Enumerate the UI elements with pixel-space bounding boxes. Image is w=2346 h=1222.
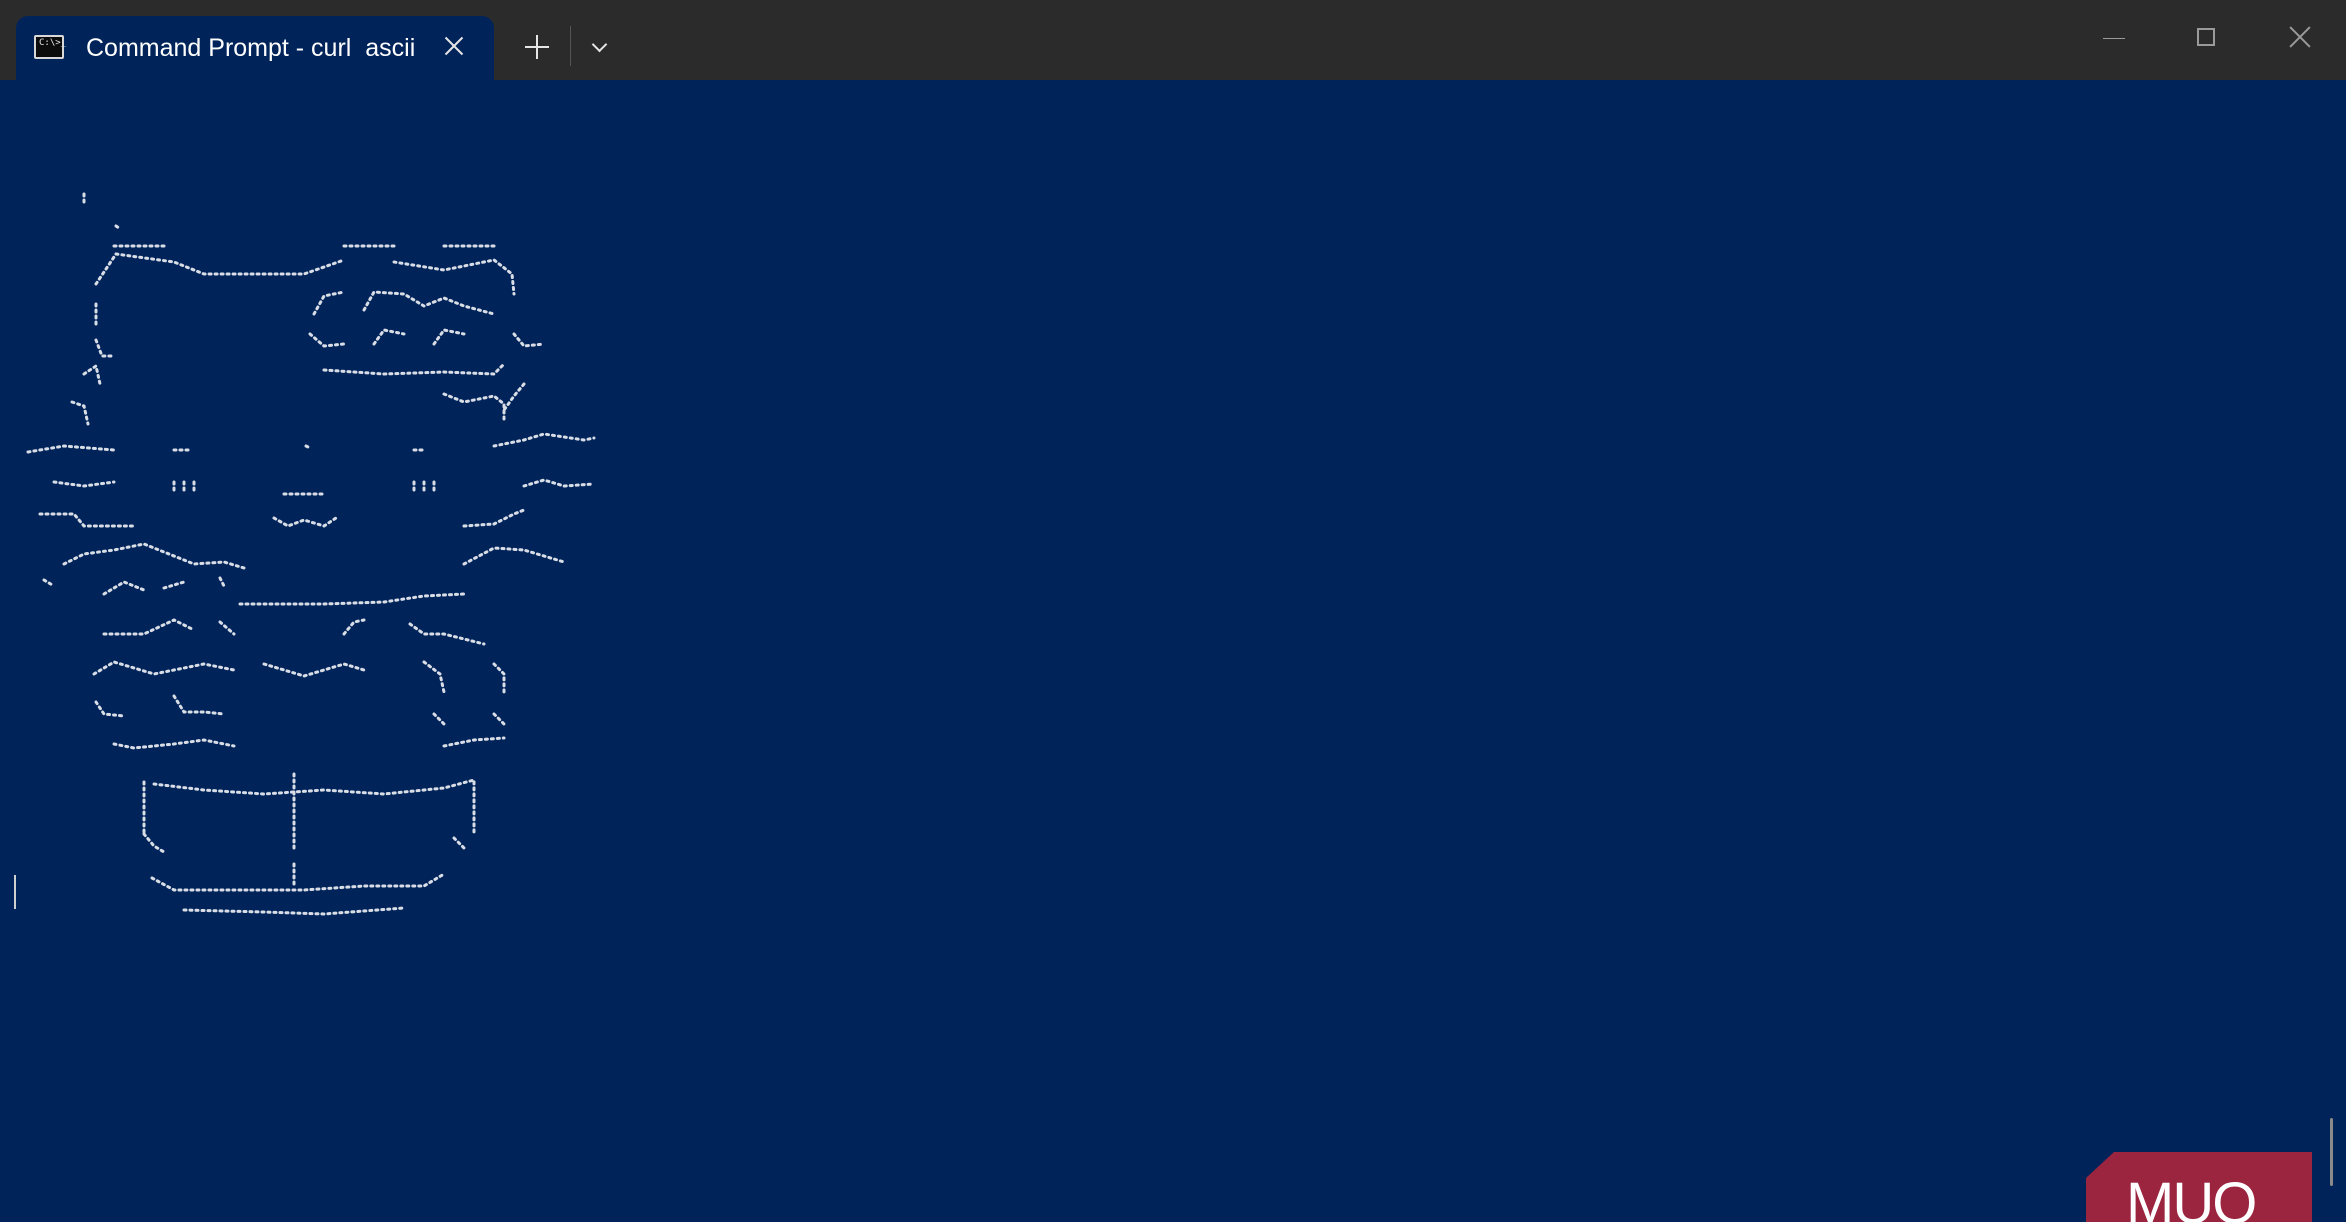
cmd-icon: C:\>_ bbox=[34, 35, 67, 59]
title-bar: C:\>_ Command Prompt - curl ascii bbox=[0, 0, 2346, 80]
plus-icon[interactable] bbox=[520, 30, 554, 64]
chevron-down-icon[interactable] bbox=[584, 30, 614, 64]
text-cursor bbox=[14, 875, 16, 909]
tab-command-prompt[interactable]: C:\>_ Command Prompt - curl ascii bbox=[16, 16, 494, 80]
minimize-icon[interactable] bbox=[2090, 14, 2140, 64]
close-icon[interactable] bbox=[2275, 14, 2325, 64]
maximize-icon[interactable] bbox=[2182, 14, 2232, 64]
tab-title: Command Prompt - curl ascii bbox=[86, 34, 416, 62]
close-tab-icon[interactable] bbox=[440, 32, 468, 60]
terminal-output[interactable]: MUO bbox=[0, 80, 2346, 1222]
cmd-icon-glyph: C:\>_ bbox=[39, 38, 67, 48]
ascii-art-cat-face bbox=[26, 192, 596, 916]
terminal-window: C:\>_ Command Prompt - curl ascii MUO bbox=[0, 0, 2346, 1222]
tab-divider bbox=[570, 26, 571, 66]
muo-watermark-logo: MUO bbox=[2086, 1152, 2312, 1222]
scrollbar[interactable] bbox=[2330, 1118, 2333, 1186]
watermark-text: MUO bbox=[2126, 1171, 2257, 1222]
